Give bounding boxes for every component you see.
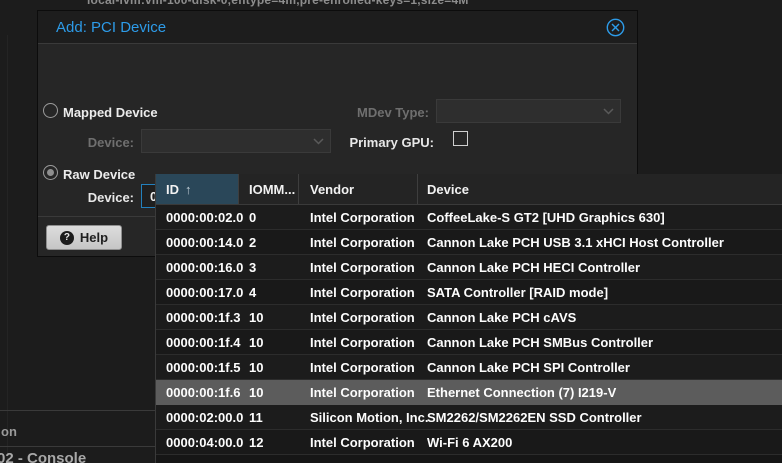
- cell-id: 0000:00:1f.6: [156, 380, 239, 404]
- mapped-device-radio[interactable]: [43, 103, 58, 118]
- mdev-type-select: [436, 99, 621, 123]
- cell-device: Wi-Fi 6 AX200: [418, 430, 782, 454]
- cell-vendor: Intel Corporation: [299, 430, 418, 454]
- table-row[interactable]: 0000:02:00.011Silicon Motion, Inc.SM2262…: [156, 405, 782, 430]
- help-icon: ?: [60, 231, 74, 245]
- picker-header-row: ID ↑ IOMM... Vendor Device: [156, 174, 782, 205]
- cell-id: 0000:02:00.0: [156, 405, 239, 429]
- table-row[interactable]: 0000:00:14.02Intel CorporationCannon Lak…: [156, 230, 782, 255]
- mapped-device-sublabel: Device:: [58, 135, 134, 150]
- cell-device: Ethernet Connection (7) I219-V: [418, 380, 782, 404]
- cell-device: SM2262/SM2262EN SSD Controller: [418, 405, 782, 429]
- cell-device: Cannon Lake PCH SPI Controller: [418, 355, 782, 379]
- chevron-down-icon: [603, 108, 614, 115]
- dialog-title-bar: Add: PCI Device: [38, 11, 637, 44]
- cell-device: Cannon Lake PCH USB 3.1 xHCI Host Contro…: [418, 230, 782, 254]
- cell-id: 0000:00:02.0: [156, 205, 239, 229]
- cell-device: CoffeeLake-S GT2 [UHD Graphics 630]: [418, 205, 782, 229]
- cell-iommu: 10: [239, 305, 299, 329]
- sort-ascending-icon: ↑: [185, 182, 192, 197]
- cell-vendor: Intel Corporation: [299, 355, 418, 379]
- cell-iommu: 4: [239, 280, 299, 304]
- cell-vendor: Intel Corporation: [299, 280, 418, 304]
- device-table-body: 0000:00:02.00Intel CorporationCoffeeLake…: [156, 205, 782, 455]
- cell-iommu: 11: [239, 405, 299, 429]
- cell-iommu: 10: [239, 330, 299, 354]
- cell-id: 0000:00:1f.3: [156, 305, 239, 329]
- table-row[interactable]: 0000:00:17.04Intel CorporationSATA Contr…: [156, 280, 782, 305]
- cell-vendor: Intel Corporation: [299, 255, 418, 279]
- raw-device-label: Raw Device: [63, 167, 135, 182]
- cell-device: SATA Controller [RAID mode]: [418, 280, 782, 304]
- cell-vendor: Intel Corporation: [299, 230, 418, 254]
- cell-vendor: Intel Corporation: [299, 380, 418, 404]
- cell-vendor: Intel Corporation: [299, 330, 418, 354]
- cell-vendor: Silicon Motion, Inc.: [299, 405, 418, 429]
- table-row[interactable]: 0000:00:02.00Intel CorporationCoffeeLake…: [156, 205, 782, 230]
- cell-id: 0000:00:17.0: [156, 280, 239, 304]
- raw-device-radio[interactable]: [43, 165, 58, 180]
- table-row[interactable]: 0000:00:1f.410Intel CorporationCannon La…: [156, 330, 782, 355]
- background-partial-text: on: [1, 424, 17, 439]
- pci-device-picker: ID ↑ IOMM... Vendor Device 0000:00:02.00…: [155, 174, 782, 463]
- cell-device: Cannon Lake PCH SMBus Controller: [418, 330, 782, 354]
- table-row[interactable]: 0000:00:16.03Intel CorporationCannon Lak…: [156, 255, 782, 280]
- help-button[interactable]: ? Help: [46, 225, 122, 250]
- cell-iommu: 0: [239, 205, 299, 229]
- primary-gpu-label: Primary GPU:: [323, 135, 434, 150]
- mapped-device-label: Mapped Device: [63, 105, 158, 120]
- close-icon[interactable]: [606, 18, 625, 37]
- column-header-iommu[interactable]: IOMM...: [239, 174, 299, 204]
- column-header-device[interactable]: Device: [418, 174, 782, 204]
- background-config-text: local-lvm:vm-100-disk-0,efitype=4m,pre-e…: [87, 0, 469, 7]
- dialog-title: Add: PCI Device: [56, 19, 166, 36]
- table-row[interactable]: 0000:00:1f.310Intel CorporationCannon La…: [156, 305, 782, 330]
- cell-iommu: 2: [239, 230, 299, 254]
- primary-gpu-checkbox[interactable]: [453, 131, 468, 146]
- screen: local-lvm:vm-100-disk-0,efitype=4m,pre-e…: [0, 0, 782, 463]
- cell-vendor: Intel Corporation: [299, 205, 418, 229]
- cell-id: 0000:04:00.0: [156, 430, 239, 454]
- cell-id: 0000:00:1f.4: [156, 330, 239, 354]
- cell-device: Cannon Lake PCH HECI Controller: [418, 255, 782, 279]
- table-row[interactable]: 0000:00:1f.510Intel CorporationCannon La…: [156, 355, 782, 380]
- cell-iommu: 12: [239, 430, 299, 454]
- background-console-tab-text: 02 - Console: [0, 450, 86, 463]
- cell-id: 0000:00:1f.5: [156, 355, 239, 379]
- table-row[interactable]: 0000:04:00.012Intel CorporationWi-Fi 6 A…: [156, 430, 782, 455]
- table-row[interactable]: 0000:00:1f.610Intel CorporationEthernet …: [156, 380, 782, 405]
- column-header-id[interactable]: ID ↑: [156, 174, 239, 204]
- cell-iommu: 10: [239, 380, 299, 404]
- cell-iommu: 10: [239, 355, 299, 379]
- background-panel-edge: [7, 35, 8, 463]
- raw-device-sublabel: Device:: [58, 190, 134, 205]
- cell-device: Cannon Lake PCH cAVS: [418, 305, 782, 329]
- cell-vendor: Intel Corporation: [299, 305, 418, 329]
- column-header-vendor[interactable]: Vendor: [299, 174, 418, 204]
- cell-id: 0000:00:14.0: [156, 230, 239, 254]
- mdev-type-label: MDev Type:: [323, 105, 429, 120]
- cell-iommu: 3: [239, 255, 299, 279]
- cell-id: 0000:00:16.0: [156, 255, 239, 279]
- mapped-device-select: [141, 129, 331, 153]
